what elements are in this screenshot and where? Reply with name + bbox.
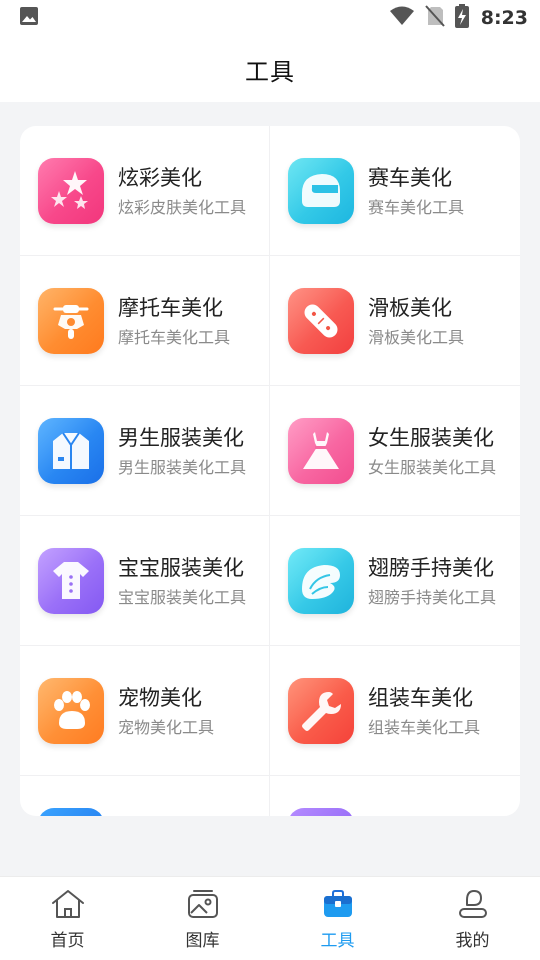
nav-label: 图库 bbox=[185, 931, 220, 951]
nav-label: 工具 bbox=[320, 931, 355, 951]
tool-title: 宠物美化 bbox=[118, 685, 202, 710]
nav-gallery[interactable]: 图库 bbox=[135, 877, 270, 960]
tool-item-motorcycle[interactable]: 摩托车美化 摩托车美化工具 bbox=[20, 256, 270, 386]
tool-item-womens-clothing[interactable]: 女生服装美化 女生服装美化工具 bbox=[270, 386, 520, 516]
tool-subtitle: 摩托车美化工具 bbox=[118, 327, 231, 347]
tool-subtitle: 组装车美化工具 bbox=[368, 717, 481, 737]
racing-helmet-icon bbox=[288, 157, 354, 224]
partial-tile-icon bbox=[38, 808, 104, 816]
dress-icon bbox=[288, 417, 354, 484]
status-time: 8:23 bbox=[480, 7, 528, 29]
gallery-icon bbox=[186, 888, 220, 924]
tool-item-skateboard[interactable]: 滑板美化 滑板美化工具 bbox=[270, 256, 520, 386]
tool-subtitle: 滑板美化工具 bbox=[368, 327, 465, 347]
home-icon bbox=[50, 888, 86, 924]
tool-item-assembly-car[interactable]: 组装车美化 组装车美化工具 bbox=[270, 646, 520, 776]
tools-card: 炫彩美化 炫彩皮肤美化工具 赛车美化 赛车美化工具 摩托车美化 摩托车美化工具 … bbox=[20, 126, 520, 816]
title-bar: 工具 bbox=[0, 36, 540, 102]
battery-charging-icon bbox=[454, 4, 469, 32]
tool-item-pet[interactable]: 宠物美化 宠物美化工具 bbox=[20, 646, 270, 776]
stars-icon bbox=[38, 157, 104, 224]
tool-subtitle: 宝宝服装美化工具 bbox=[118, 587, 247, 607]
wing-icon bbox=[288, 547, 354, 614]
baby-clothes-icon bbox=[38, 547, 104, 614]
tool-title: 赛车美化 bbox=[368, 165, 452, 190]
tool-subtitle: 宠物美化工具 bbox=[118, 717, 215, 737]
tool-title: 翅膀手持美化 bbox=[368, 555, 494, 580]
tool-subtitle: 翅膀手持美化工具 bbox=[368, 587, 497, 607]
tools-grid: 炫彩美化 炫彩皮肤美化工具 赛车美化 赛车美化工具 摩托车美化 摩托车美化工具 … bbox=[20, 126, 520, 816]
wifi-icon bbox=[389, 5, 415, 31]
profile-icon bbox=[456, 888, 490, 924]
tool-item-wings[interactable]: 翅膀手持美化 翅膀手持美化工具 bbox=[270, 516, 520, 646]
nav-home[interactable]: 首页 bbox=[0, 877, 135, 960]
tool-item-partial-left[interactable] bbox=[20, 776, 270, 816]
image-icon bbox=[18, 5, 40, 31]
paw-icon bbox=[38, 677, 104, 744]
tool-title: 摩托车美化 bbox=[118, 295, 223, 320]
nav-label: 首页 bbox=[50, 931, 85, 951]
wrench-icon bbox=[288, 677, 354, 744]
nav-tools[interactable]: 工具 bbox=[270, 877, 405, 960]
motorcycle-icon bbox=[38, 287, 104, 354]
bottom-nav: 首页 图库 工具 我的 bbox=[0, 876, 540, 960]
tool-title: 男生服装美化 bbox=[118, 425, 244, 450]
tool-title: 宝宝服装美化 bbox=[118, 555, 244, 580]
nav-profile[interactable]: 我的 bbox=[405, 877, 540, 960]
tool-subtitle: 男生服装美化工具 bbox=[118, 457, 247, 477]
status-bar: 8:23 bbox=[0, 0, 540, 36]
tool-item-baby-clothing[interactable]: 宝宝服装美化 宝宝服装美化工具 bbox=[20, 516, 270, 646]
tool-title: 女生服装美化 bbox=[368, 425, 494, 450]
tool-item-partial-right[interactable] bbox=[270, 776, 520, 816]
no-sim-icon bbox=[424, 5, 445, 31]
tool-title: 炫彩美化 bbox=[118, 165, 202, 190]
nav-label: 我的 bbox=[455, 931, 490, 951]
partial-tile-icon bbox=[288, 808, 354, 816]
tool-subtitle: 炫彩皮肤美化工具 bbox=[118, 197, 247, 217]
tool-title: 组装车美化 bbox=[368, 685, 473, 710]
tool-subtitle: 赛车美化工具 bbox=[368, 197, 465, 217]
tool-item-racing[interactable]: 赛车美化 赛车美化工具 bbox=[270, 126, 520, 256]
mens-jacket-icon bbox=[38, 417, 104, 484]
tool-item-mens-clothing[interactable]: 男生服装美化 男生服装美化工具 bbox=[20, 386, 270, 516]
tool-subtitle: 女生服装美化工具 bbox=[368, 457, 497, 477]
tool-title: 滑板美化 bbox=[368, 295, 452, 320]
toolbox-icon bbox=[321, 888, 355, 924]
skateboard-icon bbox=[288, 287, 354, 354]
tool-item-colorful[interactable]: 炫彩美化 炫彩皮肤美化工具 bbox=[20, 126, 270, 256]
page-title: 工具 bbox=[245, 57, 295, 86]
